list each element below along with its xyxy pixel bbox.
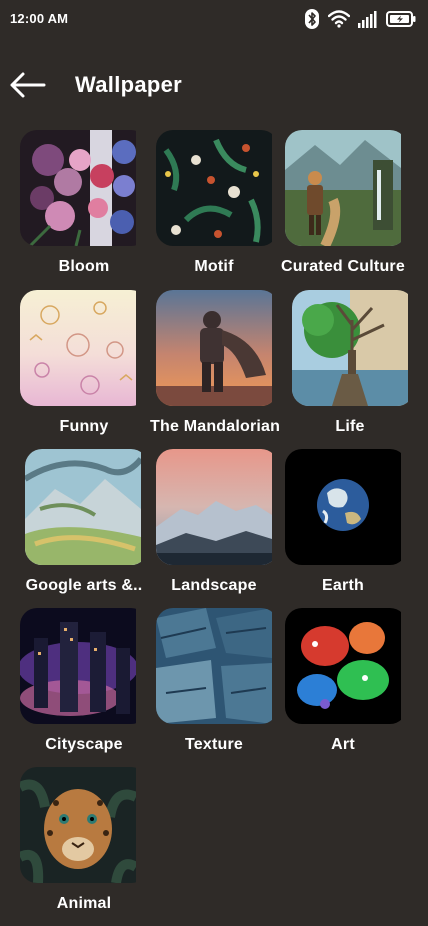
category-art[interactable]: Art: [279, 608, 407, 754]
category-thumbnail: [292, 290, 414, 406]
category-funny[interactable]: Funny: [20, 290, 148, 436]
category-label: Motif: [194, 258, 234, 275]
category-thumbnail: [285, 130, 407, 246]
category-thumbnail: [20, 290, 148, 406]
category-landscape[interactable]: Landscape: [150, 449, 278, 595]
category-thumbnail: [156, 608, 278, 724]
category-label: Life: [335, 418, 365, 435]
category-label: Texture: [184, 736, 243, 753]
category-thumbnail: [25, 449, 148, 565]
category-cityscape[interactable]: Cityscape: [20, 608, 148, 754]
category-thumbnail: [156, 290, 278, 406]
category-google-arts[interactable]: Google arts &..: [20, 449, 148, 595]
category-motif[interactable]: Motif: [150, 130, 278, 276]
category-the-mandalorian[interactable]: The Mandalorian: [150, 290, 281, 436]
category-life[interactable]: Life: [286, 290, 414, 436]
category-label: The Mandalorian: [150, 418, 281, 435]
category-label: Landscape: [171, 577, 257, 594]
category-label: Earth: [322, 577, 364, 594]
category-thumbnail: [20, 608, 148, 724]
category-label: Animal: [56, 895, 112, 912]
category-thumbnail: [285, 608, 407, 724]
category-texture[interactable]: Texture: [150, 608, 278, 754]
category-thumbnail: [156, 130, 278, 246]
category-label: Funny: [59, 418, 109, 435]
category-label: Google arts &..: [25, 577, 143, 594]
category-label: Bloom: [58, 258, 110, 275]
category-earth[interactable]: Earth: [279, 449, 407, 595]
category-label: Art: [331, 736, 355, 753]
category-bloom[interactable]: Bloom: [20, 130, 148, 276]
category-label: Curated Culture: [281, 258, 405, 275]
category-curated-culture[interactable]: Curated Culture: [279, 130, 407, 276]
category-thumbnail: [156, 449, 278, 565]
wallpaper-category-grid: Bloom Motif Curated Culture Funny The Ma…: [0, 0, 428, 926]
category-label: Cityscape: [45, 736, 123, 753]
category-thumbnail: [285, 449, 407, 565]
category-thumbnail: [20, 767, 148, 883]
category-thumbnail: [20, 130, 148, 246]
category-animal[interactable]: Animal: [20, 767, 148, 913]
